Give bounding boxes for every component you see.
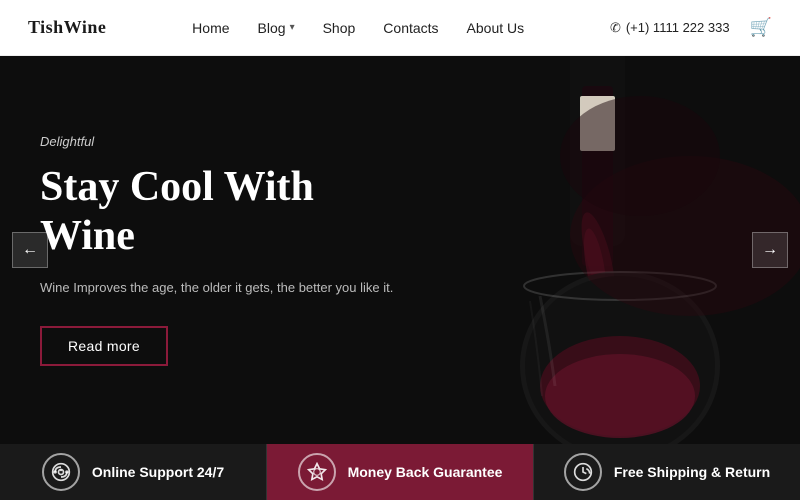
nav-contacts[interactable]: Contacts bbox=[383, 20, 438, 36]
guarantee-label: Money Back Guarantee bbox=[348, 464, 503, 480]
support-label: Online Support 24/7 bbox=[92, 464, 224, 480]
hero-section: Delightful Stay Cool With Wine Wine Impr… bbox=[0, 56, 800, 444]
guarantee-icon bbox=[298, 453, 336, 491]
read-more-button[interactable]: Read more bbox=[40, 326, 168, 366]
phone-number: ✆ (+1) 1111 222 333 bbox=[610, 20, 730, 36]
cart-icon[interactable]: 🛒 bbox=[750, 17, 772, 38]
support-icon bbox=[42, 453, 80, 491]
nav: Home Blog ▾ Shop Contacts About Us bbox=[192, 20, 524, 36]
hero-arrow-left[interactable]: ← bbox=[12, 232, 48, 268]
shipping-icon bbox=[564, 453, 602, 491]
nav-shop[interactable]: Shop bbox=[323, 20, 356, 36]
hero-subtitle: Delightful bbox=[40, 134, 410, 149]
shipping-label: Free Shipping & Return bbox=[614, 464, 770, 480]
hero-arrow-right[interactable]: → bbox=[752, 232, 788, 268]
hero-content: Delightful Stay Cool With Wine Wine Impr… bbox=[0, 56, 450, 444]
footer-strip: Online Support 24/7 Money Back Guarantee… bbox=[0, 444, 800, 500]
hero-title: Stay Cool With Wine bbox=[40, 163, 410, 260]
nav-about-us[interactable]: About Us bbox=[467, 20, 525, 36]
nav-blog[interactable]: Blog ▾ bbox=[258, 20, 295, 36]
logo[interactable]: TishWine bbox=[28, 17, 106, 38]
blog-dropdown-arrow: ▾ bbox=[290, 22, 295, 33]
header: TishWine Home Blog ▾ Shop Contacts About… bbox=[0, 0, 800, 56]
nav-home[interactable]: Home bbox=[192, 20, 229, 36]
footer-item-support: Online Support 24/7 bbox=[0, 444, 267, 500]
phone-icon: ✆ bbox=[610, 20, 621, 36]
header-right: ✆ (+1) 1111 222 333 🛒 bbox=[610, 17, 772, 38]
footer-item-guarantee: Money Back Guarantee bbox=[267, 444, 534, 500]
footer-item-shipping: Free Shipping & Return bbox=[534, 444, 800, 500]
hero-description: Wine Improves the age, the older it gets… bbox=[40, 278, 410, 298]
